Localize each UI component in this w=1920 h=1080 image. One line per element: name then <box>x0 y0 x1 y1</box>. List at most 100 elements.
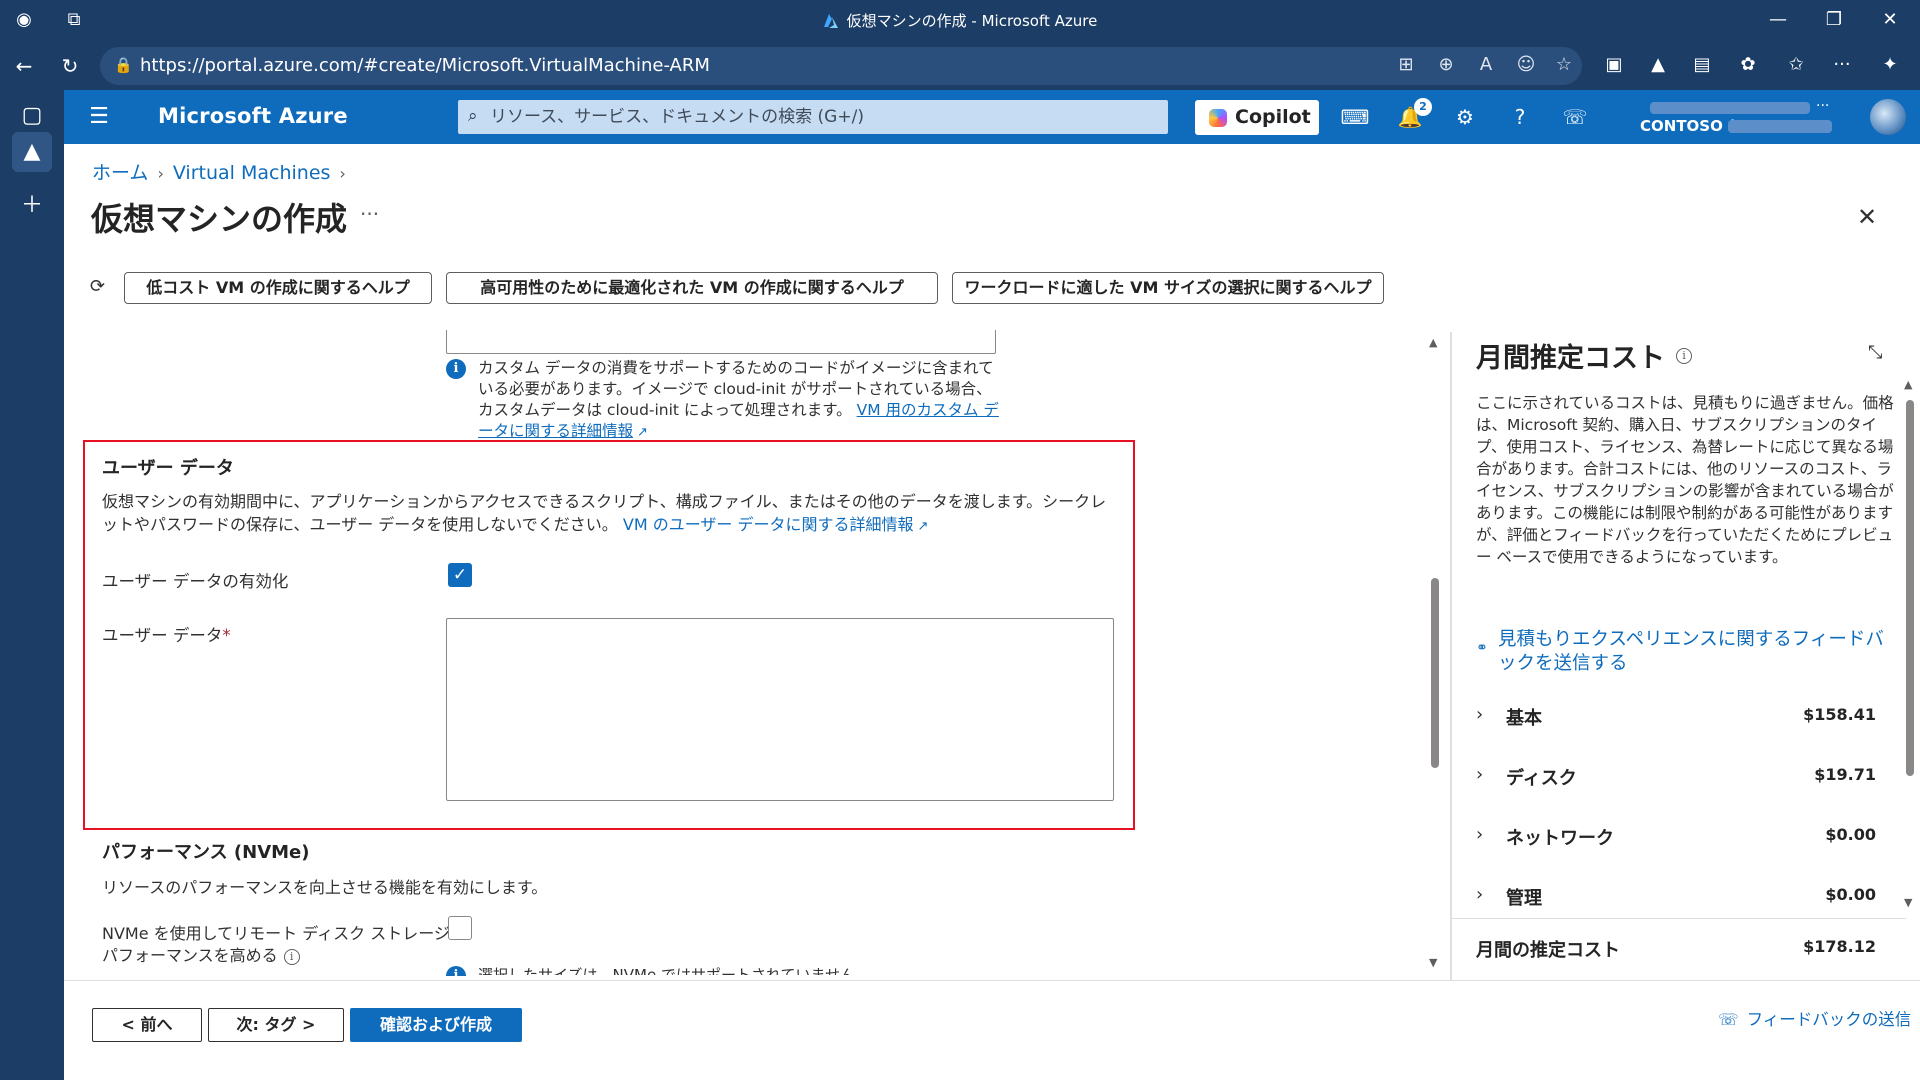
copilot-button[interactable]: Copilot <box>1195 100 1319 135</box>
nvme-label-line2-text: パフォーマンスを高める <box>102 946 278 965</box>
next-tags-button[interactable]: 次: タグ > <box>208 1008 344 1042</box>
copilot-label: Copilot <box>1235 106 1311 128</box>
custom-data-info: カスタム データの消費をサポートするためのコードがイメージに含まれている必要があ… <box>478 358 1006 443</box>
notification-badge: 2 <box>1414 98 1432 116</box>
read-aloud-icon[interactable]: A <box>1474 54 1498 78</box>
cloud-shell-icon[interactable]: ⌨ <box>1340 102 1370 132</box>
scroll-up-icon[interactable]: ▲ <box>1429 336 1437 349</box>
required-mark: * <box>222 626 231 645</box>
help-icon[interactable]: ? <box>1505 102 1535 132</box>
chevron-right-icon: › <box>1476 764 1484 785</box>
feedback-person-icon: ☏ <box>1718 1010 1739 1029</box>
user-data-description-text: 仮想マシンの有効期間中に、アプリケーションからアクセスできるスクリプト、構成ファ… <box>102 492 1107 534</box>
form-scrollbar-thumb[interactable] <box>1431 578 1439 768</box>
zoom-icon[interactable]: ⊕ <box>1434 54 1458 78</box>
cost-total-row: 月間の推定コスト $178.12 <box>1476 936 1876 962</box>
cost-row-name: ネットワーク <box>1506 828 1614 849</box>
search-input[interactable] <box>490 103 1150 131</box>
scroll-down-icon[interactable]: ▼ <box>1429 956 1437 969</box>
breadcrumb-virtual-machines[interactable]: Virtual Machines <box>173 162 331 184</box>
copilot-sidebar-icon[interactable]: ✦ <box>1876 51 1904 79</box>
review-create-button[interactable]: 確認および作成 <box>350 1008 522 1042</box>
user-data-heading: ユーザー データ <box>102 458 234 479</box>
cost-row-amount: $158.41 <box>1803 705 1876 724</box>
close-window-icon[interactable]: ✕ <box>1870 6 1910 34</box>
copilot-icon <box>1209 109 1227 127</box>
azure-brand[interactable]: Microsoft Azure <box>158 104 348 128</box>
cost-feedback-link[interactable]: ⚭ 見積もりエクスペリエンスに関するフィードバックを送信する <box>1476 628 1886 676</box>
breadcrumb-home[interactable]: ホーム <box>92 162 148 184</box>
page-title: 仮想マシンの作成 <box>91 200 348 238</box>
search-icon: ⌕ <box>468 106 478 126</box>
azure-logo-icon <box>823 14 838 28</box>
collapse-pane-icon[interactable]: ⤡ <box>1868 342 1882 363</box>
nvme-label-line1: NVMe を使用してリモート ディスク ストレージ <box>102 924 450 943</box>
account-info[interactable]: ··· CONTOSO ( <box>1640 98 1840 136</box>
enable-user-data-checkbox[interactable]: ✓ <box>448 563 472 587</box>
browser-title-bar: ◉ ⧉ 仮想マシンの作成 - Microsoft Azure — ❐ ✕ <box>0 0 1920 40</box>
breadcrumb: ホーム › Virtual Machines › <box>92 158 355 185</box>
cost-row-amount: $0.00 <box>1825 885 1876 904</box>
external-link-icon: ↗ <box>637 425 648 440</box>
global-search[interactable]: ⌕ <box>458 100 1168 134</box>
cost-row-management[interactable]: › 管理 $0.00 <box>1476 882 1876 912</box>
favorite-star-icon[interactable]: ☆ <box>1552 54 1576 78</box>
more-options-icon[interactable]: ··· <box>360 202 379 226</box>
tenant-name: CONTOSO ( <box>1640 117 1735 135</box>
address-row: ← ↻ 🔒 https://portal.azure.com/#create/M… <box>0 40 1920 90</box>
extension-tr-icon[interactable]: ▣ <box>1600 51 1628 79</box>
avatar[interactable] <box>1870 99 1906 135</box>
maximize-icon[interactable]: ❐ <box>1814 6 1854 34</box>
tab-actions-icon[interactable]: ▢ <box>12 96 52 136</box>
cost-feedback-link-text[interactable]: 見積もりエクスペリエンスに関するフィードバックを送信する <box>1476 628 1886 676</box>
performance-description: リソースのパフォーマンスを向上させる機能を有効にします。 <box>102 878 548 897</box>
refresh-icon[interactable]: ↻ <box>56 52 84 80</box>
cost-scroll-down-icon[interactable]: ▼ <box>1904 896 1912 909</box>
nvme-info-icon[interactable]: i <box>283 949 300 965</box>
tenant-redacted <box>1728 120 1832 133</box>
send-feedback-link[interactable]: ☏ フィードバックの送信 <box>1718 1006 1911 1030</box>
back-icon[interactable]: ← <box>10 52 38 80</box>
address-bar[interactable]: 🔒 https://portal.azure.com/#create/Micro… <box>100 47 1582 85</box>
minimize-icon[interactable]: — <box>1758 6 1798 34</box>
tab-azure-icon[interactable]: ▲ <box>12 132 52 172</box>
cost-description: ここに示されているコストは、見積もりに過ぎません。価格は、Microsoft 契… <box>1476 394 1894 566</box>
cost-scrollbar-thumb[interactable] <box>1906 400 1914 776</box>
portal-menu-icon[interactable]: ☰ <box>84 102 114 132</box>
extension-image-icon[interactable]: ▤ <box>1688 51 1716 79</box>
user-data-textarea[interactable] <box>446 618 1114 801</box>
site-info-icon[interactable]: 🔒 <box>114 56 133 74</box>
cost-row-network[interactable]: › ネットワーク $0.00 <box>1476 822 1876 852</box>
chevron-right-icon: › <box>339 164 346 183</box>
enable-user-data-label: ユーザー データの有効化 <box>102 572 289 591</box>
nvme-checkbox[interactable] <box>448 916 472 940</box>
settings-gear-icon[interactable]: ⚙ <box>1450 102 1480 132</box>
profile-sync-icon[interactable]: ☺ <box>1514 54 1538 78</box>
previous-button[interactable]: < 前へ <box>92 1008 202 1042</box>
custom-data-textarea[interactable] <box>446 330 996 354</box>
browser-menu-icon[interactable]: ··· <box>1828 51 1856 79</box>
portal-page: ☰ Microsoft Azure ⌕ Copilot ⌨ 🔔 2 ⚙ ? ☏ … <box>64 90 1920 1080</box>
cost-title: 月間推定コスト <box>1476 343 1665 374</box>
new-tab-icon[interactable]: ＋ <box>12 186 52 226</box>
favorites-icon[interactable]: ✩ <box>1782 51 1810 79</box>
azure-header: ☰ Microsoft Azure ⌕ Copilot ⌨ 🔔 2 ⚙ ? ☏ … <box>64 90 1920 144</box>
info-icon: i <box>446 359 466 379</box>
help-chip-vm-size[interactable]: ワークロードに適した VM サイズの選択に関するヘルプ <box>952 272 1384 304</box>
cost-row-basic[interactable]: › 基本 $158.41 <box>1476 702 1876 732</box>
cost-total-amount: $178.12 <box>1803 937 1876 956</box>
url-text[interactable]: https://portal.azure.com/#create/Microso… <box>140 55 710 76</box>
feedback-icon[interactable]: ☏ <box>1560 102 1590 132</box>
extensions-puzzle-icon[interactable]: ✿ <box>1734 51 1762 79</box>
cost-row-disk[interactable]: › ディスク $19.71 <box>1476 762 1876 792</box>
help-chip-low-cost[interactable]: 低コスト VM の作成に関するヘルプ <box>124 272 432 304</box>
cost-info-icon[interactable]: i <box>1676 348 1692 364</box>
cost-scroll-up-icon[interactable]: ▲ <box>1904 378 1912 391</box>
close-blade-icon[interactable]: ✕ <box>1852 202 1882 232</box>
split-screen-icon[interactable]: ⊞ <box>1394 54 1418 78</box>
cost-total-label: 月間の推定コスト <box>1476 940 1620 961</box>
extension-azure-icon[interactable]: ▲ <box>1644 51 1672 79</box>
user-data-learn-more-link[interactable]: VM のユーザー データに関する詳細情報 <box>623 515 914 534</box>
cost-row-name: 基本 <box>1506 708 1542 729</box>
help-chip-high-availability[interactable]: 高可用性のために最適化された VM の作成に関するヘルプ <box>446 272 938 304</box>
